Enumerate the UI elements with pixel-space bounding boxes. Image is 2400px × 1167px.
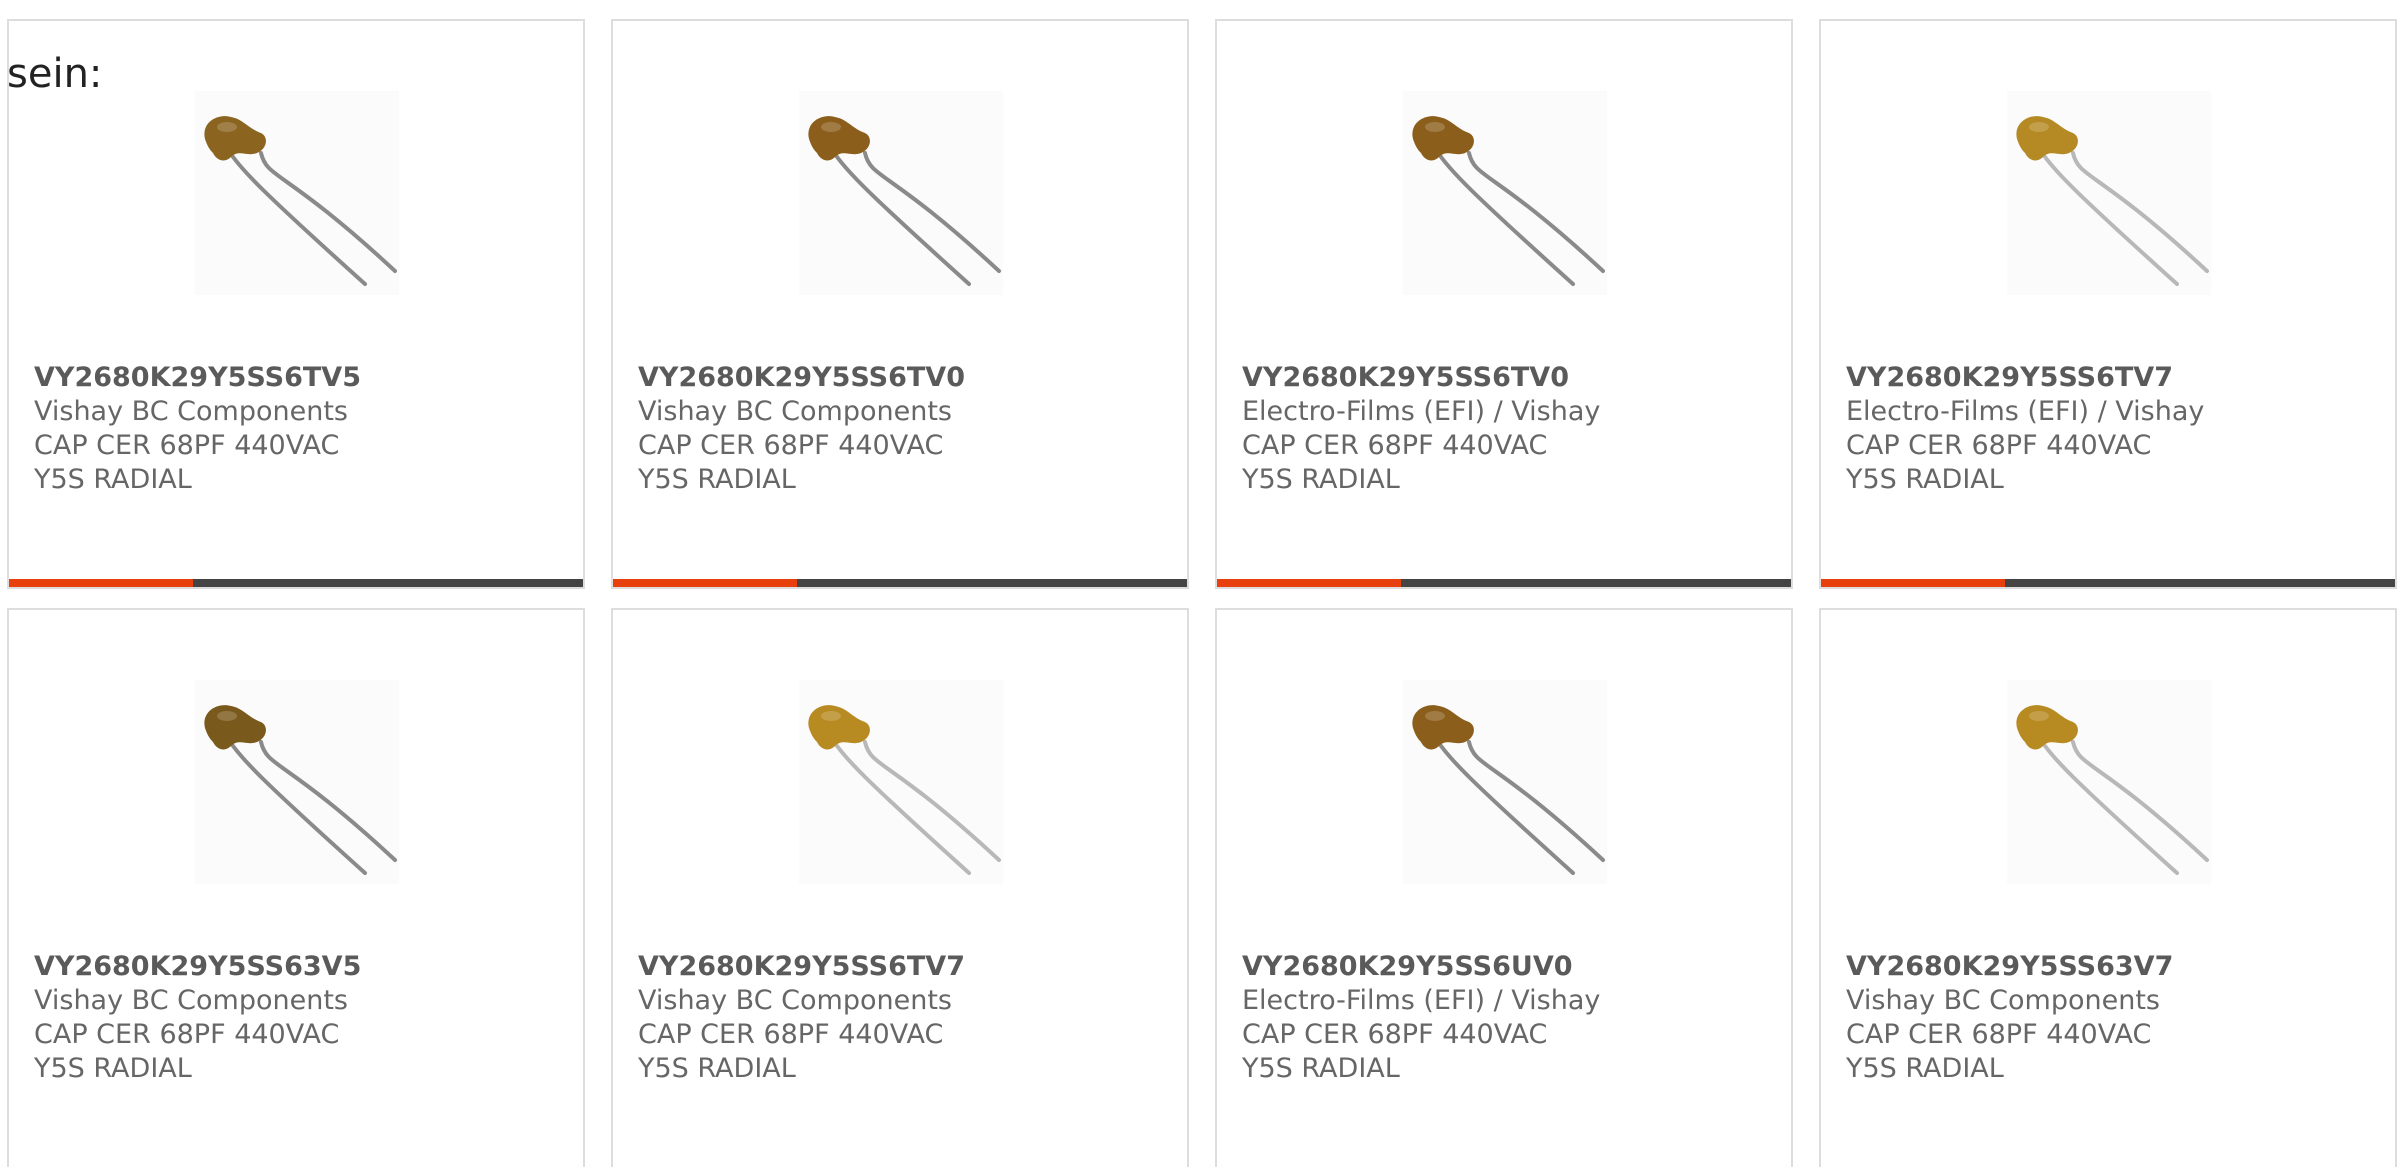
part-number-link[interactable]: VY2680K29Y5SS6TV7 — [638, 950, 1168, 984]
capacitor-lead — [2071, 151, 2209, 273]
capacitor-lead — [227, 149, 367, 286]
product-info: VY2680K29Y5SS6TV7 Vishay BC Components C… — [638, 950, 1168, 1086]
capacitor-lead — [2039, 738, 2179, 875]
product-info: VY2680K29Y5SS63V7 Vishay BC Components C… — [1846, 950, 2376, 1086]
capacitor-lead — [2039, 149, 2179, 286]
capacitor-lead — [259, 151, 397, 273]
part-number-link[interactable]: VY2680K29Y5SS6UV0 — [1242, 950, 1772, 984]
capacitor-lead — [831, 738, 971, 875]
capacitor-icon — [2016, 116, 2209, 286]
capacitor-image[interactable] — [2007, 91, 2211, 295]
product-card[interactable]: VY2680K29Y5SS6TV5 Vishay BC Components C… — [7, 19, 585, 589]
product-card[interactable]: VY2680K29Y5SS63V7 Vishay BC Components C… — [1819, 608, 2397, 1167]
capacitor-lead — [1435, 149, 1575, 286]
capacitor-highlight — [1425, 711, 1445, 721]
capacitor-icon — [808, 116, 1001, 286]
capacitor-icon — [2016, 705, 2209, 875]
product-info: VY2680K29Y5SS6TV5 Vishay BC Components C… — [34, 361, 564, 497]
capacitor-highlight — [1425, 122, 1445, 132]
capacitor-body — [204, 705, 266, 750]
product-info: VY2680K29Y5SS6UV0 Electro-Films (EFI) / … — [1242, 950, 1772, 1086]
product-info: VY2680K29Y5SS63V5 Vishay BC Components C… — [34, 950, 564, 1086]
part-number-link[interactable]: VY2680K29Y5SS63V7 — [1846, 950, 2376, 984]
product-info: VY2680K29Y5SS6TV0 Vishay BC Components C… — [638, 361, 1168, 497]
product-card[interactable]: VY2680K29Y5SS6TV7 Vishay BC Components C… — [611, 608, 1189, 1167]
part-number-link[interactable]: VY2680K29Y5SS6TV0 — [638, 361, 1168, 395]
product-card[interactable]: VY2680K29Y5SS6TV0 Vishay BC Components C… — [611, 19, 1189, 589]
capacitor-icon — [204, 705, 397, 875]
product-card[interactable]: VY2680K29Y5SS63V5 Vishay BC Components C… — [7, 608, 585, 1167]
product-description: CAP CER 68PF 440VAC Y5S RADIAL — [1846, 430, 2152, 495]
manufacturer-name: Vishay BC Components — [1846, 985, 2160, 1016]
card-progress-bar — [1821, 579, 2395, 587]
product-description: CAP CER 68PF 440VAC Y5S RADIAL — [34, 1019, 340, 1084]
capacitor-image[interactable] — [1403, 680, 1607, 884]
manufacturer-name: Vishay BC Components — [34, 985, 348, 1016]
capacitor-image[interactable] — [2007, 680, 2211, 884]
manufacturer-name: Electro-Films (EFI) / Vishay — [1846, 396, 2205, 427]
capacitor-highlight — [2029, 122, 2049, 132]
capacitor-lead — [2071, 740, 2209, 862]
capacitor-icon — [1412, 705, 1605, 875]
product-description: CAP CER 68PF 440VAC Y5S RADIAL — [638, 430, 944, 495]
product-card[interactable]: VY2680K29Y5SS6TV7 Electro-Films (EFI) / … — [1819, 19, 2397, 589]
card-progress-fill — [9, 579, 193, 587]
capacitor-highlight — [821, 122, 841, 132]
capacitor-body — [1412, 116, 1474, 161]
capacitor-image[interactable] — [1403, 91, 1607, 295]
capacitor-highlight — [821, 711, 841, 721]
manufacturer-name: Vishay BC Components — [638, 396, 952, 427]
product-card[interactable]: VY2680K29Y5SS6UV0 Electro-Films (EFI) / … — [1215, 608, 1793, 1167]
part-number-link[interactable]: VY2680K29Y5SS6TV0 — [1242, 361, 1772, 395]
capacitor-body — [808, 116, 870, 161]
capacitor-lead — [863, 740, 1001, 862]
card-progress-bar — [9, 579, 583, 587]
capacitor-icon — [204, 116, 397, 286]
manufacturer-name: Electro-Films (EFI) / Vishay — [1242, 985, 1601, 1016]
card-progress-fill — [613, 579, 797, 587]
capacitor-lead — [831, 149, 971, 286]
capacitor-image[interactable] — [195, 91, 399, 295]
product-description: CAP CER 68PF 440VAC Y5S RADIAL — [1846, 1019, 2152, 1084]
capacitor-icon — [808, 705, 1001, 875]
product-description: CAP CER 68PF 440VAC Y5S RADIAL — [1242, 1019, 1548, 1084]
part-number-link[interactable]: VY2680K29Y5SS6TV7 — [1846, 361, 2376, 395]
product-card[interactable]: VY2680K29Y5SS6TV0 Electro-Films (EFI) / … — [1215, 19, 1793, 589]
card-progress-bar — [613, 579, 1187, 587]
capacitor-lead — [227, 738, 367, 875]
capacitor-highlight — [217, 122, 237, 132]
capacitor-body — [808, 705, 870, 750]
product-info: VY2680K29Y5SS6TV0 Electro-Films (EFI) / … — [1242, 361, 1772, 497]
capacitor-lead — [863, 151, 1001, 273]
card-progress-bar — [1217, 579, 1791, 587]
capacitor-lead — [1435, 738, 1575, 875]
capacitor-lead — [259, 740, 397, 862]
part-number-link[interactable]: VY2680K29Y5SS6TV5 — [34, 361, 564, 395]
capacitor-icon — [1412, 116, 1605, 286]
capacitor-body — [2016, 705, 2078, 750]
capacitor-highlight — [217, 711, 237, 721]
capacitor-image[interactable] — [799, 680, 1003, 884]
manufacturer-name: Vishay BC Components — [34, 396, 348, 427]
capacitor-highlight — [2029, 711, 2049, 721]
card-progress-fill — [1821, 579, 2005, 587]
product-info: VY2680K29Y5SS6TV7 Electro-Films (EFI) / … — [1846, 361, 2376, 497]
part-number-link[interactable]: VY2680K29Y5SS63V5 — [34, 950, 564, 984]
capacitor-image[interactable] — [799, 91, 1003, 295]
capacitor-body — [204, 116, 266, 161]
intro-text: sein: — [7, 51, 103, 97]
manufacturer-name: Vishay BC Components — [638, 985, 952, 1016]
capacitor-lead — [1467, 151, 1605, 273]
capacitor-lead — [1467, 740, 1605, 862]
capacitor-image[interactable] — [195, 680, 399, 884]
product-description: CAP CER 68PF 440VAC Y5S RADIAL — [1242, 430, 1548, 495]
product-grid-page: sein: VY2680K29Y5SS6TV5 Vishay BC Compon… — [0, 0, 2400, 1167]
card-progress-fill — [1217, 579, 1401, 587]
manufacturer-name: Electro-Films (EFI) / Vishay — [1242, 396, 1601, 427]
product-description: CAP CER 68PF 440VAC Y5S RADIAL — [34, 430, 340, 495]
capacitor-body — [1412, 705, 1474, 750]
product-description: CAP CER 68PF 440VAC Y5S RADIAL — [638, 1019, 944, 1084]
capacitor-body — [2016, 116, 2078, 161]
